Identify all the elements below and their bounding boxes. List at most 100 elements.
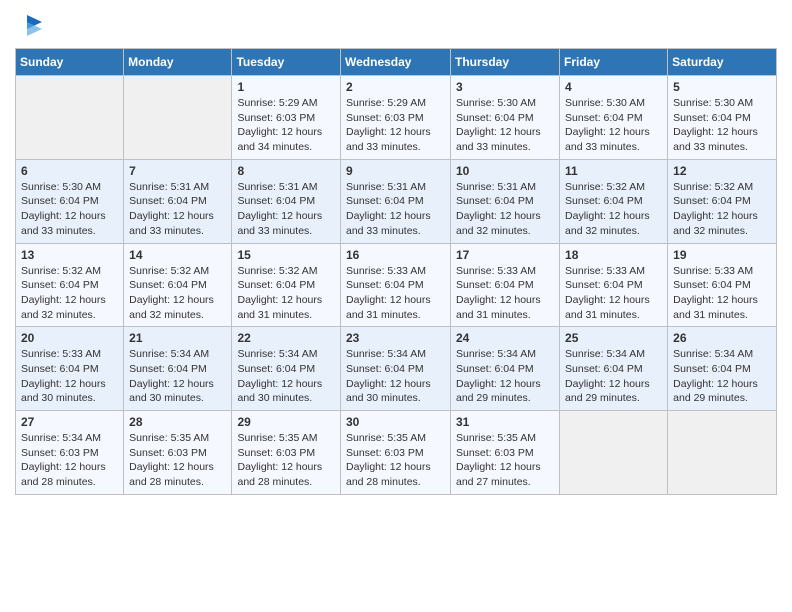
day-info: Sunrise: 5:35 AM Sunset: 6:03 PM Dayligh… bbox=[237, 431, 335, 490]
calendar-cell: 10 Sunrise: 5:31 AM Sunset: 6:04 PM Dayl… bbox=[451, 159, 560, 243]
day-info: Sunrise: 5:32 AM Sunset: 6:04 PM Dayligh… bbox=[129, 264, 226, 323]
calendar-week-row: 13 Sunrise: 5:32 AM Sunset: 6:04 PM Dayl… bbox=[16, 243, 777, 327]
calendar-cell: 12 Sunrise: 5:32 AM Sunset: 6:04 PM Dayl… bbox=[668, 159, 777, 243]
day-info: Sunrise: 5:33 AM Sunset: 6:04 PM Dayligh… bbox=[673, 264, 771, 323]
calendar-cell: 6 Sunrise: 5:30 AM Sunset: 6:04 PM Dayli… bbox=[16, 159, 124, 243]
calendar-cell bbox=[560, 411, 668, 495]
calendar-cell: 21 Sunrise: 5:34 AM Sunset: 6:04 PM Dayl… bbox=[124, 327, 232, 411]
calendar-cell bbox=[668, 411, 777, 495]
calendar-cell: 16 Sunrise: 5:33 AM Sunset: 6:04 PM Dayl… bbox=[341, 243, 451, 327]
day-header-sunday: Sunday bbox=[16, 49, 124, 76]
day-number: 30 bbox=[346, 415, 445, 429]
day-info: Sunrise: 5:31 AM Sunset: 6:04 PM Dayligh… bbox=[346, 180, 445, 239]
day-number: 7 bbox=[129, 164, 226, 178]
day-info: Sunrise: 5:33 AM Sunset: 6:04 PM Dayligh… bbox=[565, 264, 662, 323]
calendar-cell: 26 Sunrise: 5:34 AM Sunset: 6:04 PM Dayl… bbox=[668, 327, 777, 411]
calendar-cell: 15 Sunrise: 5:32 AM Sunset: 6:04 PM Dayl… bbox=[232, 243, 341, 327]
day-number: 31 bbox=[456, 415, 554, 429]
day-number: 1 bbox=[237, 80, 335, 94]
logo bbox=[15, 10, 47, 40]
calendar-cell: 2 Sunrise: 5:29 AM Sunset: 6:03 PM Dayli… bbox=[341, 76, 451, 160]
day-number: 23 bbox=[346, 331, 445, 345]
day-number: 21 bbox=[129, 331, 226, 345]
day-info: Sunrise: 5:34 AM Sunset: 6:04 PM Dayligh… bbox=[237, 347, 335, 406]
day-info: Sunrise: 5:29 AM Sunset: 6:03 PM Dayligh… bbox=[346, 96, 445, 155]
day-number: 4 bbox=[565, 80, 662, 94]
calendar-cell: 14 Sunrise: 5:32 AM Sunset: 6:04 PM Dayl… bbox=[124, 243, 232, 327]
day-info: Sunrise: 5:33 AM Sunset: 6:04 PM Dayligh… bbox=[21, 347, 118, 406]
day-info: Sunrise: 5:35 AM Sunset: 6:03 PM Dayligh… bbox=[129, 431, 226, 490]
calendar-cell: 22 Sunrise: 5:34 AM Sunset: 6:04 PM Dayl… bbox=[232, 327, 341, 411]
day-header-friday: Friday bbox=[560, 49, 668, 76]
day-number: 24 bbox=[456, 331, 554, 345]
calendar-cell: 24 Sunrise: 5:34 AM Sunset: 6:04 PM Dayl… bbox=[451, 327, 560, 411]
day-info: Sunrise: 5:30 AM Sunset: 6:04 PM Dayligh… bbox=[673, 96, 771, 155]
day-info: Sunrise: 5:35 AM Sunset: 6:03 PM Dayligh… bbox=[346, 431, 445, 490]
calendar-week-row: 1 Sunrise: 5:29 AM Sunset: 6:03 PM Dayli… bbox=[16, 76, 777, 160]
day-info: Sunrise: 5:34 AM Sunset: 6:04 PM Dayligh… bbox=[456, 347, 554, 406]
calendar-week-row: 20 Sunrise: 5:33 AM Sunset: 6:04 PM Dayl… bbox=[16, 327, 777, 411]
day-header-saturday: Saturday bbox=[668, 49, 777, 76]
calendar-cell: 5 Sunrise: 5:30 AM Sunset: 6:04 PM Dayli… bbox=[668, 76, 777, 160]
calendar-table: SundayMondayTuesdayWednesdayThursdayFrid… bbox=[15, 48, 777, 495]
day-info: Sunrise: 5:31 AM Sunset: 6:04 PM Dayligh… bbox=[456, 180, 554, 239]
calendar-cell bbox=[124, 76, 232, 160]
day-number: 6 bbox=[21, 164, 118, 178]
day-info: Sunrise: 5:31 AM Sunset: 6:04 PM Dayligh… bbox=[129, 180, 226, 239]
day-number: 8 bbox=[237, 164, 335, 178]
day-number: 14 bbox=[129, 248, 226, 262]
day-info: Sunrise: 5:34 AM Sunset: 6:04 PM Dayligh… bbox=[673, 347, 771, 406]
day-info: Sunrise: 5:32 AM Sunset: 6:04 PM Dayligh… bbox=[565, 180, 662, 239]
day-number: 28 bbox=[129, 415, 226, 429]
calendar-cell: 30 Sunrise: 5:35 AM Sunset: 6:03 PM Dayl… bbox=[341, 411, 451, 495]
calendar-cell: 20 Sunrise: 5:33 AM Sunset: 6:04 PM Dayl… bbox=[16, 327, 124, 411]
calendar-header-row: SundayMondayTuesdayWednesdayThursdayFrid… bbox=[16, 49, 777, 76]
calendar-cell: 29 Sunrise: 5:35 AM Sunset: 6:03 PM Dayl… bbox=[232, 411, 341, 495]
day-info: Sunrise: 5:35 AM Sunset: 6:03 PM Dayligh… bbox=[456, 431, 554, 490]
day-number: 19 bbox=[673, 248, 771, 262]
day-number: 26 bbox=[673, 331, 771, 345]
day-info: Sunrise: 5:33 AM Sunset: 6:04 PM Dayligh… bbox=[456, 264, 554, 323]
day-number: 2 bbox=[346, 80, 445, 94]
calendar-cell: 4 Sunrise: 5:30 AM Sunset: 6:04 PM Dayli… bbox=[560, 76, 668, 160]
calendar-cell: 18 Sunrise: 5:33 AM Sunset: 6:04 PM Dayl… bbox=[560, 243, 668, 327]
day-number: 15 bbox=[237, 248, 335, 262]
calendar-week-row: 27 Sunrise: 5:34 AM Sunset: 6:03 PM Dayl… bbox=[16, 411, 777, 495]
day-number: 11 bbox=[565, 164, 662, 178]
calendar-cell: 13 Sunrise: 5:32 AM Sunset: 6:04 PM Dayl… bbox=[16, 243, 124, 327]
day-info: Sunrise: 5:30 AM Sunset: 6:04 PM Dayligh… bbox=[21, 180, 118, 239]
day-number: 25 bbox=[565, 331, 662, 345]
day-number: 13 bbox=[21, 248, 118, 262]
day-info: Sunrise: 5:33 AM Sunset: 6:04 PM Dayligh… bbox=[346, 264, 445, 323]
calendar-week-row: 6 Sunrise: 5:30 AM Sunset: 6:04 PM Dayli… bbox=[16, 159, 777, 243]
day-info: Sunrise: 5:29 AM Sunset: 6:03 PM Dayligh… bbox=[237, 96, 335, 155]
day-number: 29 bbox=[237, 415, 335, 429]
day-info: Sunrise: 5:31 AM Sunset: 6:04 PM Dayligh… bbox=[237, 180, 335, 239]
calendar-cell: 7 Sunrise: 5:31 AM Sunset: 6:04 PM Dayli… bbox=[124, 159, 232, 243]
calendar-cell: 28 Sunrise: 5:35 AM Sunset: 6:03 PM Dayl… bbox=[124, 411, 232, 495]
day-header-tuesday: Tuesday bbox=[232, 49, 341, 76]
day-header-thursday: Thursday bbox=[451, 49, 560, 76]
calendar-cell: 31 Sunrise: 5:35 AM Sunset: 6:03 PM Dayl… bbox=[451, 411, 560, 495]
calendar-cell: 17 Sunrise: 5:33 AM Sunset: 6:04 PM Dayl… bbox=[451, 243, 560, 327]
day-number: 5 bbox=[673, 80, 771, 94]
day-number: 16 bbox=[346, 248, 445, 262]
day-info: Sunrise: 5:32 AM Sunset: 6:04 PM Dayligh… bbox=[237, 264, 335, 323]
day-info: Sunrise: 5:34 AM Sunset: 6:03 PM Dayligh… bbox=[21, 431, 118, 490]
calendar-cell: 19 Sunrise: 5:33 AM Sunset: 6:04 PM Dayl… bbox=[668, 243, 777, 327]
calendar-cell: 1 Sunrise: 5:29 AM Sunset: 6:03 PM Dayli… bbox=[232, 76, 341, 160]
day-info: Sunrise: 5:30 AM Sunset: 6:04 PM Dayligh… bbox=[456, 96, 554, 155]
day-info: Sunrise: 5:32 AM Sunset: 6:04 PM Dayligh… bbox=[21, 264, 118, 323]
page-header bbox=[15, 10, 777, 40]
day-number: 17 bbox=[456, 248, 554, 262]
calendar-cell: 11 Sunrise: 5:32 AM Sunset: 6:04 PM Dayl… bbox=[560, 159, 668, 243]
day-info: Sunrise: 5:34 AM Sunset: 6:04 PM Dayligh… bbox=[129, 347, 226, 406]
day-header-wednesday: Wednesday bbox=[341, 49, 451, 76]
calendar-cell: 23 Sunrise: 5:34 AM Sunset: 6:04 PM Dayl… bbox=[341, 327, 451, 411]
day-number: 18 bbox=[565, 248, 662, 262]
day-info: Sunrise: 5:32 AM Sunset: 6:04 PM Dayligh… bbox=[673, 180, 771, 239]
calendar-cell: 27 Sunrise: 5:34 AM Sunset: 6:03 PM Dayl… bbox=[16, 411, 124, 495]
day-number: 22 bbox=[237, 331, 335, 345]
calendar-cell: 3 Sunrise: 5:30 AM Sunset: 6:04 PM Dayli… bbox=[451, 76, 560, 160]
day-number: 12 bbox=[673, 164, 771, 178]
